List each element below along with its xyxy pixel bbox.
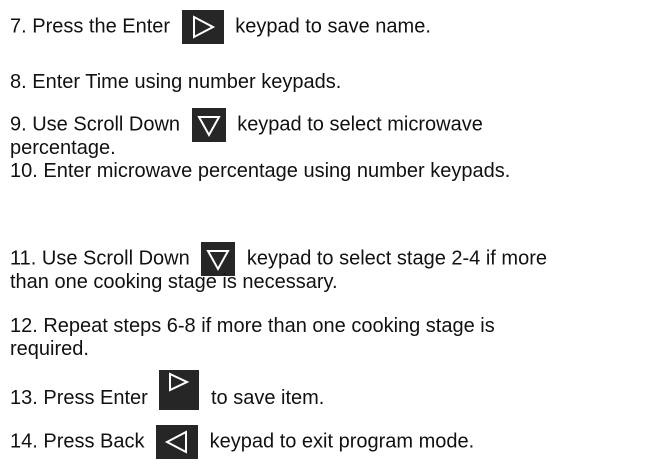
step-11-continued: than one cooking stage is necessary.: [10, 270, 338, 294]
step-13-text: 13. Press Enter: [10, 387, 148, 409]
step-9-text-end: keypad to select microwave: [237, 113, 483, 136]
back-keypad-icon: [156, 425, 199, 459]
step-12-text-cont: required.: [10, 338, 89, 360]
step-7-text: 7. Press the Enter: [10, 15, 171, 38]
step-10-text: 10. Enter microwave percentage using num…: [10, 160, 511, 182]
step-13: 13. Press Enter to save item.: [10, 370, 324, 410]
enter-keypad-icon: [181, 10, 224, 44]
step-9-text-cont: percentage.: [10, 137, 116, 159]
step-7: 7. Press the Enter keypad to save name.: [10, 10, 431, 44]
step-8-text: 8. Enter Time using number keypads.: [10, 71, 342, 93]
step-12-text: 12. Repeat steps 6-8 if more than one co…: [10, 315, 495, 337]
step-8: 8. Enter Time using number keypads.: [10, 70, 341, 94]
step-12: 12. Repeat steps 6-8 if more than one co…: [10, 314, 495, 338]
step-9-text: 9. Use Scroll Down: [10, 113, 181, 136]
step-9-continued: percentage.: [10, 136, 116, 160]
step-14: 14. Press Back keypad to exit program mo…: [10, 425, 474, 459]
step-7-text-end: keypad to save name.: [235, 15, 431, 38]
step-14-text-end: keypad to exit program mode.: [209, 430, 475, 453]
step-11-text-end: keypad to select stage 2-4 if more: [246, 247, 547, 270]
step-10: 10. Enter microwave percentage using num…: [10, 159, 510, 183]
step-12-continued: required.: [10, 337, 89, 361]
scroll-down-keypad-icon: [191, 108, 226, 142]
enter-keypad-icon: [159, 370, 200, 410]
step-14-text: 14. Press Back: [10, 430, 145, 453]
step-11-text: 11. Use Scroll Down: [10, 247, 190, 270]
step-11-text-cont: than one cooking stage is necessary.: [10, 271, 338, 293]
step-13-text-end: to save item.: [210, 387, 325, 409]
